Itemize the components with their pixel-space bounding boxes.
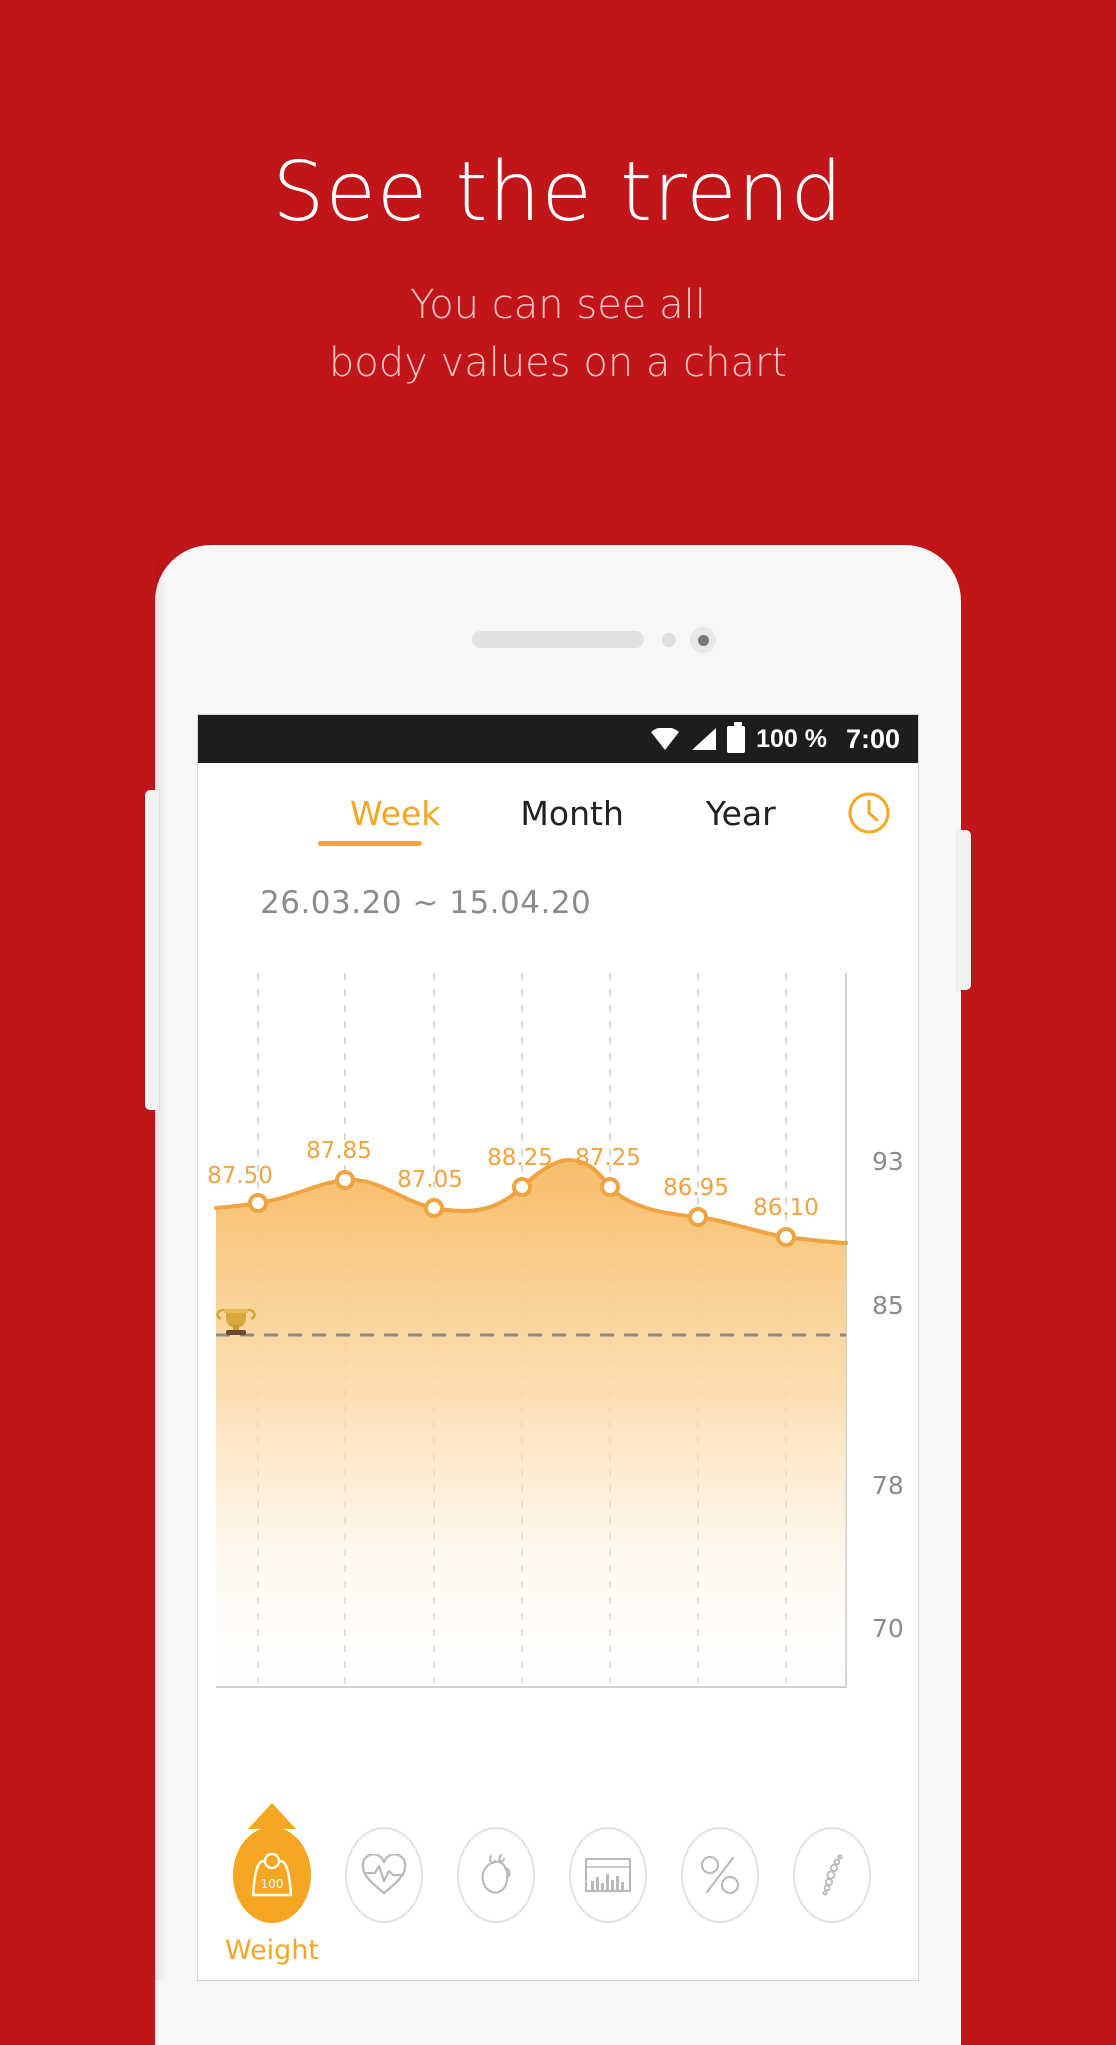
point-label-1: 87.50 bbox=[207, 1163, 273, 1189]
volume-button[interactable] bbox=[145, 790, 159, 1110]
front-camera-icon bbox=[690, 627, 716, 653]
battery-icon bbox=[727, 721, 746, 753]
heartbeat-icon bbox=[361, 1854, 407, 1895]
weight-icon-value: 100 bbox=[261, 1877, 284, 1891]
ytick-70: 70 bbox=[872, 1614, 904, 1643]
status-time: 7:00 bbox=[845, 723, 900, 754]
heartbeat-icon-wrap bbox=[345, 1827, 423, 1923]
battery-percent: 100 % bbox=[756, 724, 827, 753]
tab-week[interactable]: Week bbox=[344, 794, 446, 833]
tab-month[interactable]: Month bbox=[514, 794, 629, 833]
clock-icon[interactable] bbox=[846, 790, 892, 836]
heart-organ-icon bbox=[481, 1853, 511, 1894]
weight-scale-icon: 100 bbox=[251, 1852, 293, 1897]
promo-header: See the trend You can see all body value… bbox=[0, 0, 1116, 392]
nav-item-weight[interactable]: 100 Weight bbox=[216, 1803, 328, 1966]
page-title: See the trend bbox=[272, 145, 844, 240]
metric-nav-bar: 100 Weight bbox=[198, 1803, 918, 1980]
promo-subtitle-line2: body values on a chart bbox=[328, 340, 788, 387]
nav-item-heart-organ[interactable] bbox=[440, 1827, 552, 1923]
nav-item-body-chart[interactable] bbox=[552, 1827, 664, 1923]
chart-area-fill bbox=[216, 1159, 846, 1687]
promo-subtitle: You can see all body values on a chart bbox=[0, 276, 1116, 392]
period-tabs: Week Month Year bbox=[198, 763, 918, 863]
date-range-label: 26.03.20 ~ 15.04.20 bbox=[260, 885, 592, 921]
active-pointer-icon bbox=[248, 1803, 296, 1829]
proximity-sensor-icon bbox=[662, 633, 676, 647]
percent-icon-wrap bbox=[681, 1827, 759, 1923]
promo-subtitle-line1: You can see all bbox=[410, 282, 706, 329]
body-chart-icon-wrap bbox=[569, 1827, 647, 1923]
phone-screen: 100 % 7:00 Week Month Year 26.03.20 ~ 15… bbox=[198, 715, 918, 1980]
power-button[interactable] bbox=[957, 830, 971, 990]
ytick-78: 78 bbox=[872, 1471, 904, 1500]
status-bar: 100 % 7:00 bbox=[198, 715, 918, 763]
earpiece-speaker bbox=[472, 631, 644, 648]
chart-canvas: 87.50 87.85 87.05 88.25 87.25 86.95 86.1… bbox=[207, 973, 848, 1688]
nav-item-spine-bone[interactable] bbox=[776, 1827, 888, 1923]
ytick-85: 85 bbox=[872, 1291, 904, 1320]
body-chart-icon bbox=[584, 1857, 632, 1893]
tab-year[interactable]: Year bbox=[700, 794, 782, 833]
point-label-5: 87.25 bbox=[575, 1145, 641, 1171]
spine-bone-icon bbox=[822, 1854, 843, 1896]
signal-icon bbox=[692, 728, 717, 750]
point-label-4: 88.25 bbox=[487, 1145, 553, 1171]
weight-scale-icon-wrap: 100 bbox=[233, 1827, 311, 1923]
nav-item-percent[interactable] bbox=[664, 1827, 776, 1923]
nav-item-heartbeat[interactable] bbox=[328, 1827, 440, 1923]
heart-organ-icon-wrap bbox=[457, 1827, 535, 1923]
point-label-2: 87.85 bbox=[306, 1138, 372, 1164]
weight-chart[interactable]: 87.50 87.85 87.05 88.25 87.25 86.95 86.1… bbox=[198, 965, 918, 1765]
active-tab-indicator bbox=[318, 841, 422, 846]
chart-y-labels: 93 85 78 70 bbox=[858, 965, 918, 1765]
nav-label-weight: Weight bbox=[224, 1935, 320, 1966]
point-label-6: 86.95 bbox=[663, 1175, 729, 1201]
point-label-3: 87.05 bbox=[397, 1167, 463, 1193]
percent-icon bbox=[700, 1855, 740, 1895]
wifi-icon bbox=[651, 728, 680, 750]
ytick-93: 93 bbox=[872, 1147, 904, 1176]
point-label-7: 86.10 bbox=[753, 1195, 819, 1221]
spine-bone-icon-wrap bbox=[793, 1827, 871, 1923]
phone-frame-shadow bbox=[155, 560, 167, 1980]
